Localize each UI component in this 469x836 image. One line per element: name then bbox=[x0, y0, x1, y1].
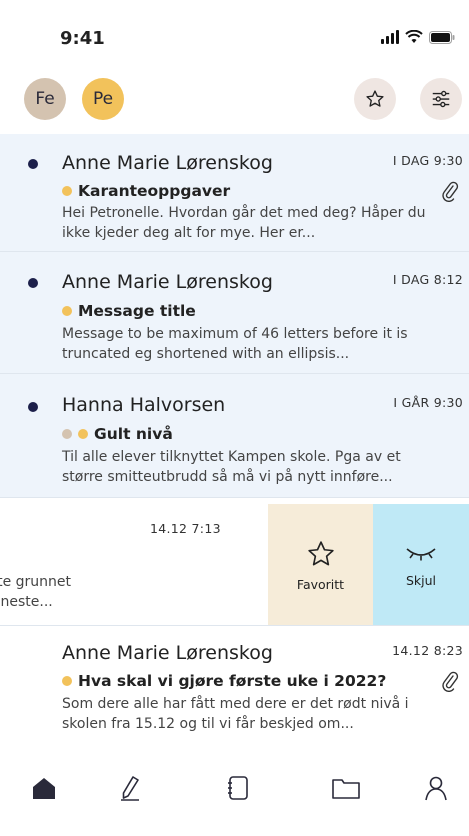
message-sender: Hanna Halvorsen bbox=[62, 394, 226, 416]
tab-home[interactable] bbox=[24, 768, 64, 808]
message-subject-line: Message title bbox=[62, 302, 196, 320]
battery-icon bbox=[429, 30, 455, 44]
message-row[interactable]: Anne Marie Lørenskog 14.12 8:23 Hva skal… bbox=[0, 626, 469, 748]
wifi-icon bbox=[405, 30, 423, 43]
notebook-icon bbox=[228, 776, 248, 800]
attachment-icon bbox=[442, 671, 459, 692]
message-preview: Som dere alle har fått med dere er det r… bbox=[62, 696, 409, 732]
hide-action-label: Skjul bbox=[405, 572, 437, 588]
message-preview: Hei Petronelle. Hvordan går det med deg?… bbox=[62, 205, 426, 241]
message-sender: Anne Marie Lørenskog bbox=[62, 642, 273, 664]
profile-icon bbox=[425, 776, 447, 801]
swiped-message-row[interactable]: 14.12 7:13 psiale Fau-møte grunnet erker… bbox=[0, 504, 469, 626]
message-row[interactable]: Hanna Halvorsen I GÅR 9:30 Gult nivå Til… bbox=[0, 374, 469, 498]
favorites-button[interactable] bbox=[354, 78, 396, 120]
avatar-pe[interactable]: Pe bbox=[82, 78, 124, 120]
message-time: I GÅR 9:30 bbox=[393, 395, 463, 410]
favorite-action-label: Favoritt bbox=[296, 576, 345, 592]
status-time: 9:41 bbox=[60, 28, 105, 49]
unread-indicator bbox=[28, 278, 38, 288]
message-subject: Gult nivå bbox=[94, 425, 173, 443]
tab-profile[interactable] bbox=[416, 768, 456, 808]
hide-action-button[interactable]: Skjul bbox=[373, 504, 469, 625]
folder-icon bbox=[332, 779, 360, 799]
inbox-header: Fe Pe bbox=[0, 78, 469, 130]
closed-eye-icon bbox=[406, 547, 436, 560]
message-time: 14.12 8:23 bbox=[392, 643, 463, 658]
tag-dot bbox=[78, 429, 88, 439]
tag-dot bbox=[62, 676, 72, 686]
attachment-icon bbox=[442, 181, 459, 202]
message-time: I DAG 8:12 bbox=[392, 272, 463, 287]
tab-notebook[interactable] bbox=[218, 768, 258, 808]
message-subject: Karanteoppgaver bbox=[78, 182, 231, 200]
message-list[interactable]: Anne Marie Lørenskog I DAG 9:30 Karanteo… bbox=[0, 134, 469, 748]
tag-dot bbox=[62, 429, 72, 439]
star-icon bbox=[366, 90, 384, 107]
star-icon bbox=[307, 540, 334, 565]
status-icons bbox=[381, 30, 455, 44]
filter-button[interactable] bbox=[420, 78, 462, 120]
unread-indicator bbox=[28, 159, 38, 169]
preview-line: erkere tilbake neste... bbox=[0, 594, 53, 610]
compose-icon bbox=[121, 776, 139, 801]
message-preview: Til alle elever tilknyttet Kampen skole.… bbox=[62, 449, 401, 485]
message-subject-line: Karanteoppgaver bbox=[62, 182, 230, 200]
message-time: 14.12 7:13 bbox=[150, 521, 221, 536]
swiped-message-content[interactable]: 14.12 7:13 psiale Fau-møte grunnet erker… bbox=[0, 504, 268, 625]
favorite-action-button[interactable]: Favoritt bbox=[268, 504, 373, 625]
message-preview: Message to be maximum of 46 letters befo… bbox=[62, 326, 408, 362]
home-icon bbox=[33, 778, 55, 799]
message-preview: psiale Fau-møte grunnet erkere tilbake n… bbox=[0, 572, 260, 612]
message-sender: Anne Marie Lørenskog bbox=[62, 152, 273, 174]
message-sender: Anne Marie Lørenskog bbox=[62, 271, 273, 293]
preview-line: psiale Fau-møte grunnet bbox=[0, 574, 71, 590]
message-subject: Hva skal vi gjøre første uke i 2022? bbox=[78, 672, 387, 690]
filter-icon bbox=[432, 90, 450, 108]
tab-folder[interactable] bbox=[326, 768, 366, 808]
message-time: I DAG 9:30 bbox=[392, 153, 463, 168]
tab-bar bbox=[0, 748, 469, 836]
status-bar: 9:41 bbox=[0, 0, 469, 70]
message-subject: Message title bbox=[78, 302, 196, 320]
tag-dot bbox=[62, 186, 72, 196]
message-row[interactable]: Anne Marie Lørenskog I DAG 9:30 Karanteo… bbox=[0, 134, 469, 252]
message-subject-line: Hva skal vi gjøre første uke i 2022? bbox=[62, 672, 386, 690]
tab-compose[interactable] bbox=[110, 768, 150, 808]
unread-indicator bbox=[28, 402, 38, 412]
signal-icon bbox=[381, 30, 399, 44]
message-subject-line: Gult nivå bbox=[62, 425, 173, 443]
message-row[interactable]: Anne Marie Lørenskog I DAG 8:12 Message … bbox=[0, 252, 469, 374]
tag-dot bbox=[62, 306, 72, 316]
avatar-fe[interactable]: Fe bbox=[24, 78, 66, 120]
